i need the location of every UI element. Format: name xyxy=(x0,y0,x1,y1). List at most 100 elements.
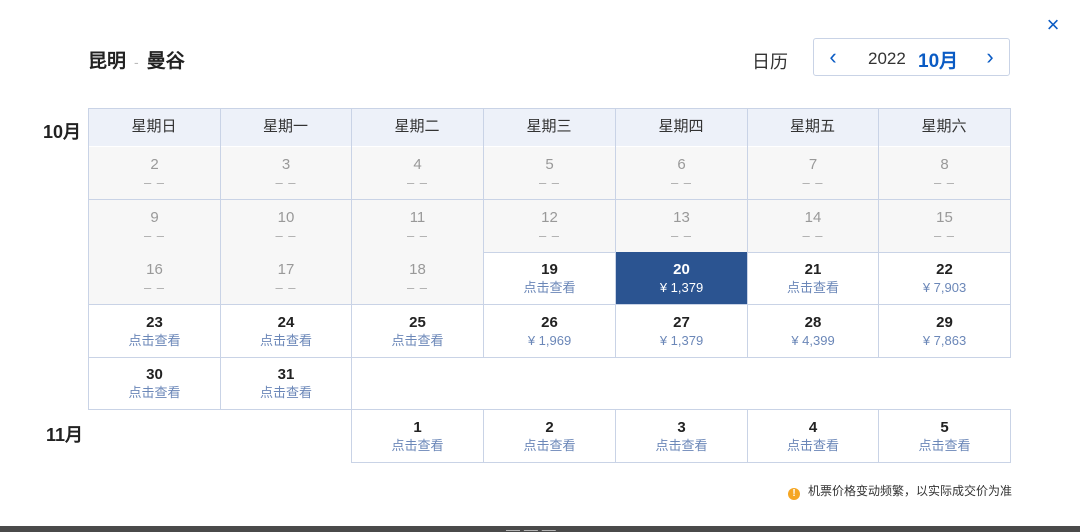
date-number: 27 xyxy=(673,314,690,331)
date-number: 9 xyxy=(150,209,159,226)
price-unavailable: – – xyxy=(406,175,429,190)
grid-line xyxy=(88,408,221,410)
date-number: 10 xyxy=(277,209,295,226)
date-number: 16 xyxy=(146,261,163,278)
date-number: 20 xyxy=(673,261,690,278)
prev-month-button[interactable]: ‹ xyxy=(814,39,852,75)
price-label: 点击查看 xyxy=(918,438,971,453)
grid-line xyxy=(351,356,352,410)
grid-line xyxy=(878,251,879,305)
weekday-header: 星期一 xyxy=(220,108,351,146)
price-unavailable: – – xyxy=(802,175,824,190)
grid-line xyxy=(220,304,221,358)
grid-line xyxy=(88,146,89,200)
grid-line xyxy=(88,251,89,305)
date-cell[interactable]: 23 点击查看 xyxy=(89,305,220,357)
date-number: 18 xyxy=(409,261,426,278)
grid-line xyxy=(747,461,879,463)
grid-line xyxy=(615,461,748,463)
date-cell[interactable]: 19 点击查看 xyxy=(484,252,615,304)
grid-line xyxy=(351,108,352,146)
price-unavailable: – – xyxy=(275,175,297,190)
date-number: 25 xyxy=(409,314,426,331)
price-label: 点击查看 xyxy=(128,333,181,348)
weekday-header: 星期六 xyxy=(878,108,1010,146)
date-cell[interactable]: 30 点击查看 xyxy=(89,357,220,409)
date-cell[interactable]: 20 ¥ 1,379 xyxy=(616,252,747,304)
date-cell[interactable]: 26 ¥ 1,969 xyxy=(484,305,615,357)
date-cell: 10 – – xyxy=(221,200,351,252)
price-label: 点击查看 xyxy=(259,385,312,400)
date-cell[interactable]: 22 ¥ 7,903 xyxy=(879,252,1010,304)
grid-line xyxy=(1010,199,1011,253)
next-month-button[interactable]: › xyxy=(971,39,1009,75)
date-cell[interactable]: 31 点击查看 xyxy=(221,357,351,409)
grid-line xyxy=(878,356,1011,358)
date-cell[interactable]: 3 点击查看 xyxy=(616,410,747,462)
date-cell: 16 – – xyxy=(89,252,220,304)
grid-line xyxy=(615,108,616,146)
picker-month[interactable]: 10月 xyxy=(918,46,958,73)
grid-line xyxy=(220,108,221,146)
grid-line xyxy=(878,304,879,358)
date-cell[interactable]: 28 ¥ 4,399 xyxy=(748,305,878,357)
date-cell: 11 – – xyxy=(352,200,483,252)
weekday-header: 星期日 xyxy=(88,108,220,146)
grid-line xyxy=(878,409,879,463)
date-cell: 7 – – xyxy=(748,147,878,199)
price-unavailable: – – xyxy=(275,280,297,295)
date-cell: 17 – – xyxy=(221,252,351,304)
date-number: 3 xyxy=(677,419,686,436)
grid-line xyxy=(747,356,879,358)
date-number: 15 xyxy=(936,209,953,226)
grid-line xyxy=(351,461,484,463)
grid-line xyxy=(1010,146,1011,200)
price-unavailable: – – xyxy=(802,228,824,243)
grid-line xyxy=(483,146,484,200)
date-cell: 4 – – xyxy=(352,147,483,199)
price-unavailable: – – xyxy=(933,228,956,243)
grid-line xyxy=(747,108,748,146)
close-icon[interactable]: × xyxy=(1042,14,1064,36)
date-cell[interactable]: 4 点击查看 xyxy=(748,410,878,462)
origin-city: 昆明 xyxy=(88,51,127,72)
date-cell[interactable]: 5 点击查看 xyxy=(879,410,1010,462)
grid-line xyxy=(483,108,484,146)
grid-line xyxy=(747,304,748,358)
price-label: 点击查看 xyxy=(523,438,576,453)
date-cell[interactable]: 1 点击查看 xyxy=(352,410,483,462)
date-cell: 8 – – xyxy=(879,147,1010,199)
grid-line xyxy=(483,409,484,463)
date-number: 29 xyxy=(936,314,953,331)
price-unavailable: – – xyxy=(406,280,429,295)
date-cell[interactable]: 27 ¥ 1,379 xyxy=(616,305,747,357)
month-label: 11月 xyxy=(46,425,84,445)
date-cell[interactable]: 25 点击查看 xyxy=(352,305,483,357)
price-unavailable: – – xyxy=(143,228,166,243)
date-number: 11 xyxy=(409,209,426,226)
grid-line xyxy=(878,108,879,146)
date-cell: 12 – – xyxy=(484,200,615,252)
date-number: 28 xyxy=(804,314,822,331)
price-unavailable: – – xyxy=(406,228,429,243)
background-text-fragment: — — — xyxy=(506,526,586,532)
date-number: 17 xyxy=(277,261,295,278)
date-cell[interactable]: 24 点击查看 xyxy=(221,305,351,357)
date-cell[interactable]: 29 ¥ 7,863 xyxy=(879,305,1010,357)
date-cell[interactable]: 21 点击查看 xyxy=(748,252,878,304)
price-unavailable: – – xyxy=(933,175,956,190)
calendar-label: 日历 xyxy=(752,52,788,72)
route-title: 昆明 - 曼谷 xyxy=(88,46,185,73)
date-cell[interactable]: 2 点击查看 xyxy=(484,410,615,462)
date-cell: 5 – – xyxy=(484,147,615,199)
date-number: 7 xyxy=(808,156,818,173)
price-label: ¥ 4,399 xyxy=(791,333,835,348)
grid-line xyxy=(615,199,616,253)
price-label: 点击查看 xyxy=(786,438,839,453)
grid-line xyxy=(747,146,748,200)
date-number: 21 xyxy=(804,261,822,278)
date-number: 2 xyxy=(545,419,554,436)
grid-line xyxy=(1010,108,1011,146)
date-number: 30 xyxy=(146,366,163,383)
date-number: 19 xyxy=(541,261,558,278)
